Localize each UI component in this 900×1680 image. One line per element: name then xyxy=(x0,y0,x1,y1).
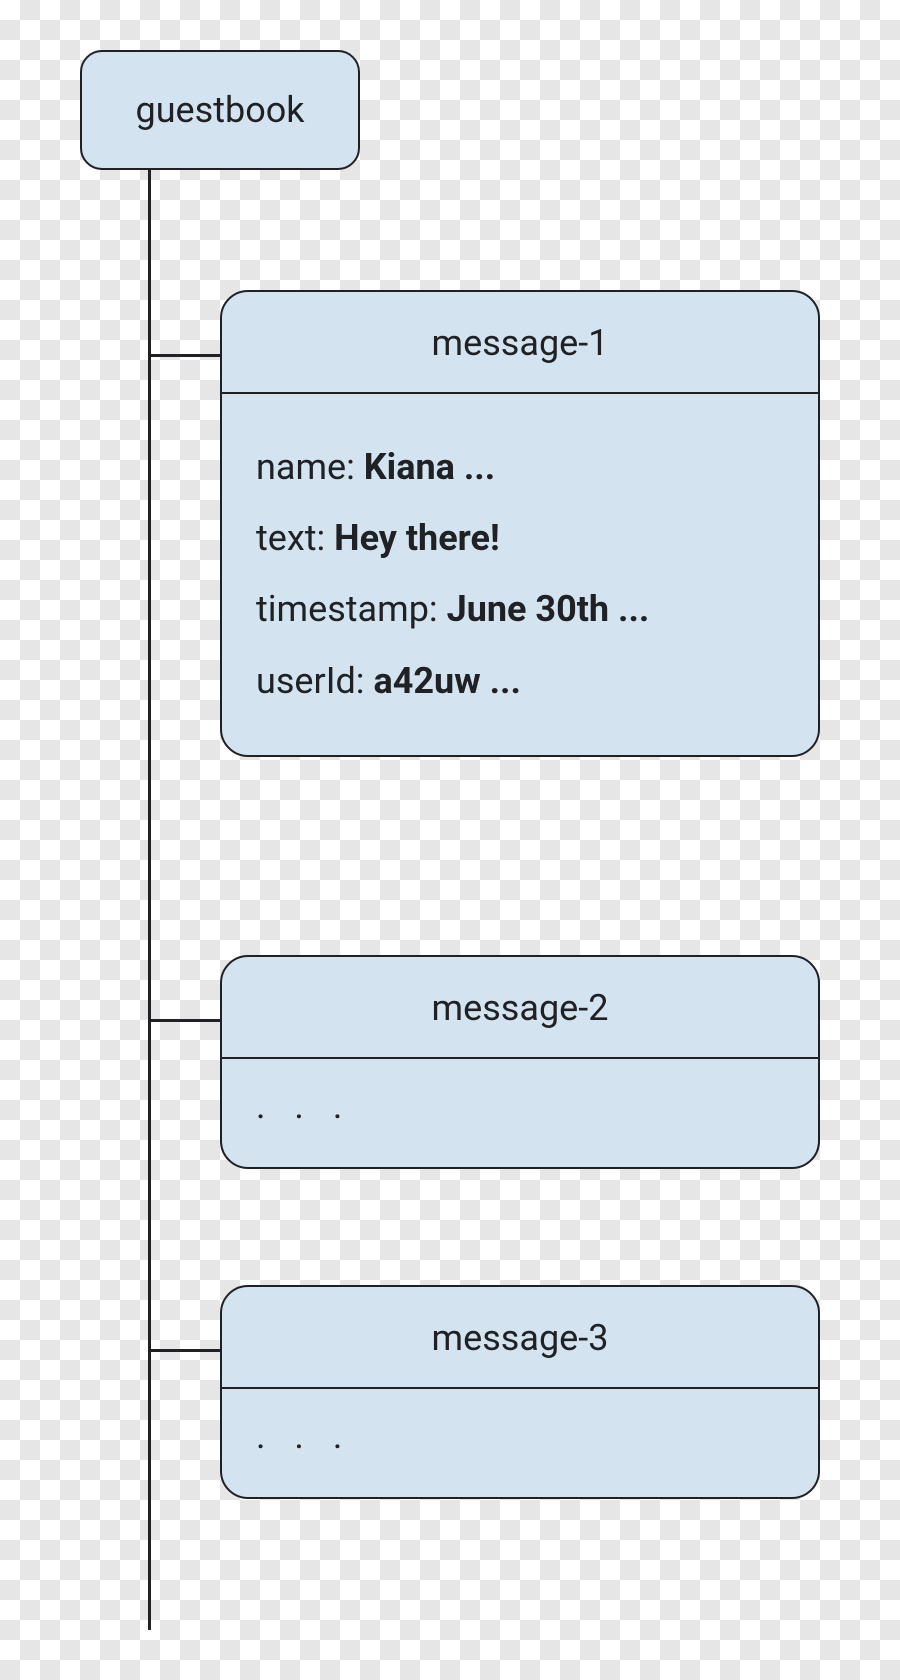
collection-node-guestbook: guestbook xyxy=(80,50,360,170)
document-body-ellipsis: . . . xyxy=(222,1389,818,1497)
tree-trunk-line xyxy=(148,170,151,1630)
document-title: message-2 xyxy=(222,957,818,1059)
field-row: text: Hey there! xyxy=(256,517,784,560)
document-title: message-3 xyxy=(222,1287,818,1389)
document-body-ellipsis: . . . xyxy=(222,1059,818,1167)
field-row: userId: a42uw ... xyxy=(256,660,784,703)
document-id-label: message-3 xyxy=(432,1317,609,1359)
diagram-stage: guestbook message-1 name: Kiana ... text… xyxy=(0,0,900,1680)
document-id-label: message-1 xyxy=(432,322,609,364)
field-key: name: xyxy=(256,446,355,488)
ellipsis-text: . . . xyxy=(256,1415,352,1457)
tree-branch-line xyxy=(148,1019,220,1022)
document-node-message-2: message-2 . . . xyxy=(220,955,820,1169)
field-key: timestamp: xyxy=(256,588,438,630)
tree-branch-line xyxy=(148,354,220,357)
collection-label: guestbook xyxy=(135,89,304,131)
field-key: text: xyxy=(256,517,325,559)
field-value: Hey there! xyxy=(334,517,500,559)
field-value: Kiana ... xyxy=(364,446,495,488)
ellipsis-text: . . . xyxy=(256,1085,352,1127)
document-title: message-1 xyxy=(222,292,818,394)
document-node-message-3: message-3 . . . xyxy=(220,1285,820,1499)
field-row: name: Kiana ... xyxy=(256,446,784,489)
document-body: name: Kiana ... text: Hey there! timesta… xyxy=(222,394,818,755)
field-value: a42uw ... xyxy=(373,660,520,702)
field-row: timestamp: June 30th ... xyxy=(256,588,784,631)
field-value: June 30th ... xyxy=(447,588,650,630)
document-id-label: message-2 xyxy=(432,987,609,1029)
field-key: userId: xyxy=(256,660,365,702)
tree-branch-line xyxy=(148,1349,220,1352)
document-node-message-1: message-1 name: Kiana ... text: Hey ther… xyxy=(220,290,820,757)
